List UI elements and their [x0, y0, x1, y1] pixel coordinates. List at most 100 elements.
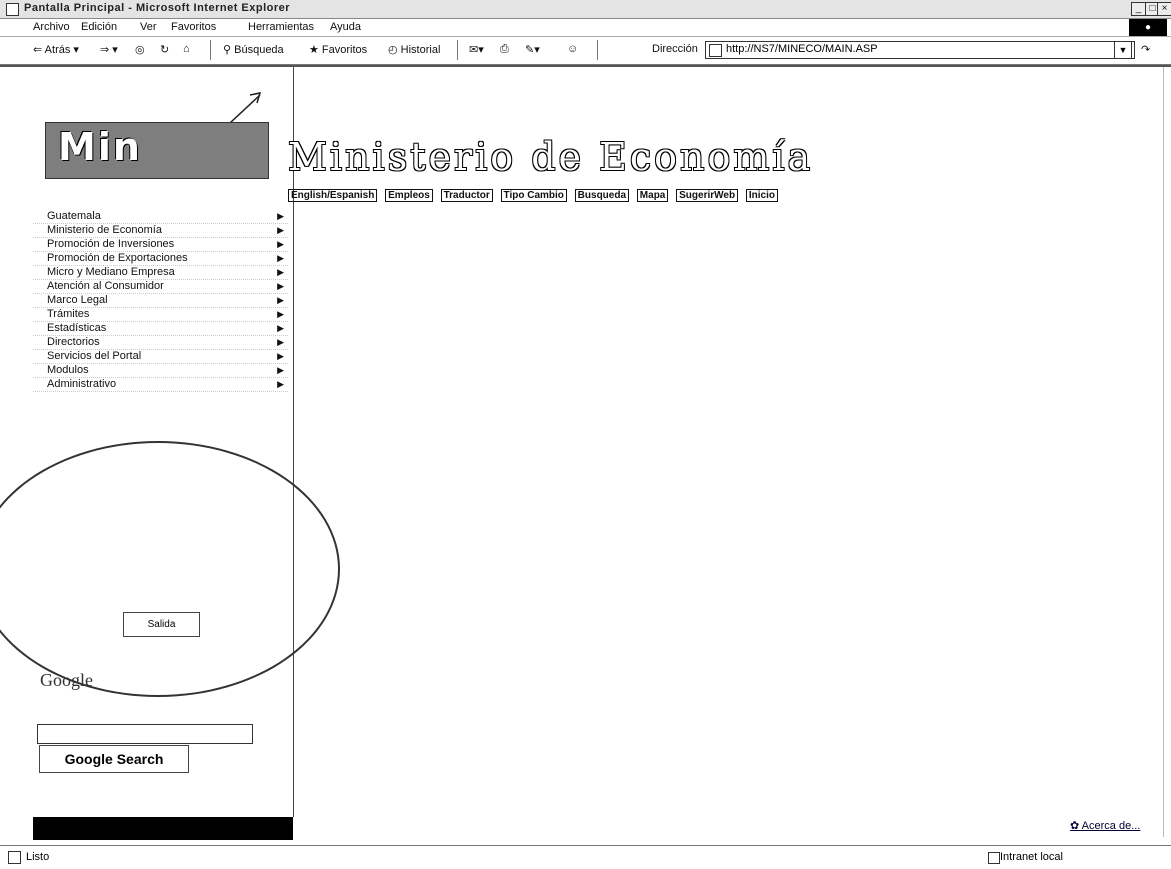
mail-icon[interactable]: ✉▾ — [469, 43, 484, 56]
topnav-tipo-cambio[interactable]: Tipo Cambio — [500, 189, 567, 202]
search-label: Búsqueda — [234, 44, 284, 56]
nav-label: Promoción de Inversiones — [47, 238, 175, 250]
topnav-empleos[interactable]: Empleos — [385, 189, 433, 202]
top-nav: English/Espanish Empleos Traductor Tipo … — [288, 189, 783, 202]
history-button[interactable]: ◴ Historial — [388, 43, 440, 56]
messenger-icon[interactable]: ☺ — [567, 43, 578, 55]
back-label: Atrás — [44, 44, 71, 56]
nav-label: Servicios del Portal — [47, 350, 142, 362]
topnav-traductor[interactable]: Traductor — [440, 189, 493, 202]
ie-icon — [6, 3, 19, 16]
ie-throbber-icon: ● — [1129, 19, 1167, 36]
nav-item-marco-legal[interactable]: Marco Legal ▶ — [33, 294, 288, 308]
triangle-right-icon: ▶ — [277, 239, 284, 249]
nav-item-administrativo[interactable]: Administrativo ▶ — [33, 378, 288, 392]
menu-ver[interactable]: Ver — [140, 21, 157, 33]
menu-bar: Archivo Edición Ver Favoritos Herramient… — [0, 19, 1171, 37]
nav-item-exportaciones[interactable]: Promoción de Exportaciones ▶ — [33, 252, 288, 266]
security-zone: Intranet local — [1000, 851, 1063, 863]
nav-label: Estadísticas — [47, 322, 107, 334]
forward-button[interactable]: ⇒ ▾ — [100, 43, 118, 56]
logo-text: Min — [58, 125, 142, 169]
nav-item-servicios[interactable]: Servicios del Portal ▶ — [33, 350, 288, 364]
page-status-icon — [8, 851, 21, 864]
nav-label: Ministerio de Economía — [47, 224, 162, 236]
nav-label: Modulos — [47, 364, 89, 376]
intranet-icon — [988, 852, 1000, 864]
topnav-busqueda[interactable]: Busqueda — [574, 189, 630, 202]
minimize-icon[interactable]: _ — [1131, 2, 1146, 16]
topnav-inicio[interactable]: Inicio — [745, 189, 778, 202]
title-bar: Pantalla Principal - Microsoft Internet … — [0, 0, 1171, 19]
nav-item-ministerio[interactable]: Ministerio de Economía ▶ — [33, 224, 288, 238]
toolbar: ⇐ Atrás ▾ ⇒ ▾ ◎ ↻ ⌂ ⚲ Búsqueda ★ Favorit… — [0, 37, 1171, 65]
close-icon[interactable]: × — [1157, 2, 1171, 16]
favorites-label: Favoritos — [321, 44, 368, 56]
address-bar[interactable]: http://NS7/MINECO/MAIN.ASP — [705, 41, 1135, 59]
address-dropdown-icon[interactable]: ▼ — [1114, 41, 1132, 59]
triangle-right-icon: ▶ — [277, 211, 284, 221]
menu-herramientas[interactable]: Herramientas — [248, 21, 314, 33]
nav-item-directorios[interactable]: Directorios ▶ — [33, 336, 288, 350]
page-content: Min Guatemala ▶ Ministerio de Economía ▶ P… — [0, 65, 1171, 844]
nav-item-empresa[interactable]: Micro y Mediano Empresa ▶ — [33, 266, 288, 280]
favorites-button[interactable]: ★ Favoritos — [309, 43, 367, 56]
triangle-right-icon: ▶ — [277, 323, 284, 333]
address-label: Dirección — [652, 43, 698, 55]
triangle-right-icon: ▶ — [277, 267, 284, 277]
nav-label: Micro y Mediano Empresa — [47, 266, 175, 278]
triangle-right-icon: ▶ — [277, 281, 284, 291]
triangle-right-icon: ▶ — [277, 295, 284, 305]
nav-item-modulos[interactable]: Modulos ▶ — [33, 364, 288, 378]
page-icon — [709, 44, 722, 57]
address-input[interactable]: http://NS7/MINECO/MAIN.ASP — [726, 43, 878, 55]
refresh-icon[interactable]: ↻ — [160, 43, 169, 56]
menu-favoritos[interactable]: Favoritos — [171, 21, 216, 33]
nav-item-consumidor[interactable]: Atención al Consumidor ▶ — [33, 280, 288, 294]
print-icon[interactable]: ⎙ — [500, 43, 509, 56]
status-bar: Listo Intranet local — [0, 845, 1171, 868]
go-icon[interactable]: ↷ — [1141, 43, 1150, 56]
topnav-english[interactable]: English/Espanish — [288, 189, 378, 202]
nav-item-guatemala[interactable]: Guatemala ▶ — [33, 210, 288, 224]
nav-label: Trámites — [47, 308, 90, 320]
triangle-right-icon: ▶ — [277, 351, 284, 361]
nav-label: Atención al Consumidor — [47, 280, 164, 292]
edit-icon[interactable]: ✎▾ — [525, 43, 540, 56]
left-footer-bar — [33, 817, 293, 840]
google-search-button[interactable]: Google Search — [39, 745, 189, 773]
window-title: Pantalla Principal - Microsoft Internet … — [24, 2, 291, 14]
stop-icon[interactable]: ◎ — [135, 43, 145, 56]
topnav-sugerirweb[interactable]: SugerirWeb — [676, 189, 739, 202]
nav-label: Marco Legal — [47, 294, 108, 306]
menu-archivo[interactable]: Archivo — [33, 21, 70, 33]
toolbar-divider — [457, 40, 458, 60]
site-title: Ministerio de Economía — [288, 135, 814, 179]
home-icon[interactable]: ⌂ — [183, 43, 190, 55]
nav-label: Administrativo — [47, 378, 117, 390]
nav-item-tramites[interactable]: Trámites ▶ — [33, 308, 288, 322]
menu-edicion[interactable]: Edición — [81, 21, 117, 33]
nav-label: Guatemala — [47, 210, 101, 222]
search-button[interactable]: ⚲ Búsqueda — [223, 43, 284, 56]
nav-item-inversiones[interactable]: Promoción de Inversiones ▶ — [33, 238, 288, 252]
history-label: Historial — [400, 44, 441, 56]
nav-item-estadisticas[interactable]: Estadísticas ▶ — [33, 322, 288, 336]
triangle-right-icon: ▶ — [277, 379, 284, 389]
triangle-right-icon: ▶ — [277, 253, 284, 263]
about-label: Acerca de... — [1081, 820, 1141, 832]
triangle-right-icon: ▶ — [277, 365, 284, 375]
triangle-right-icon: ▶ — [277, 309, 284, 319]
acerca-de-link[interactable]: ✿ Acerca de... — [1070, 819, 1140, 832]
menu-ayuda[interactable]: Ayuda — [330, 21, 361, 33]
toolbar-divider — [597, 40, 598, 60]
google-search-input[interactable] — [37, 724, 253, 744]
back-button[interactable]: ⇐ Atrás ▾ — [33, 43, 79, 56]
mineco-logo[interactable]: Min — [45, 122, 269, 179]
nav-label: Promoción de Exportaciones — [47, 252, 188, 264]
triangle-right-icon: ▶ — [277, 337, 284, 347]
scrollbar[interactable] — [1163, 67, 1170, 837]
status-text: Listo — [26, 851, 50, 863]
topnav-mapa[interactable]: Mapa — [636, 189, 669, 202]
toolbar-divider — [210, 40, 211, 60]
